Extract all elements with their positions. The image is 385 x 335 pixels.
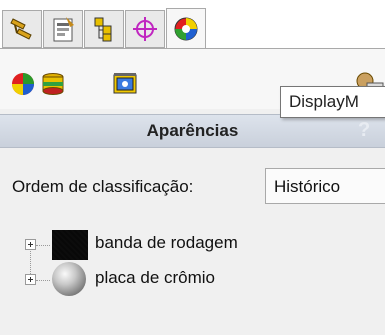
sort-order-select[interactable]: Histórico bbox=[265, 168, 385, 204]
tree-item-banda-de-rodagem[interactable]: banda de rodagem bbox=[95, 233, 238, 253]
scenes-lights-cameras-button[interactable] bbox=[112, 71, 138, 97]
help-icon[interactable]: ? bbox=[358, 119, 370, 142]
appearances-button[interactable] bbox=[10, 71, 36, 97]
tread-texture-swatch bbox=[52, 230, 88, 260]
display-manager-icon bbox=[171, 15, 201, 43]
display-manager-tab[interactable] bbox=[166, 8, 206, 49]
decals-button[interactable] bbox=[40, 71, 66, 97]
property-manager-tab[interactable] bbox=[43, 10, 83, 48]
property-manager-icon bbox=[48, 15, 78, 43]
tooltip: DisplayM bbox=[280, 86, 385, 118]
configuration-manager-icon bbox=[89, 15, 119, 43]
tree-branch bbox=[36, 245, 50, 246]
scenes-lights-cameras-icon bbox=[112, 71, 138, 97]
configuration-manager-tab[interactable] bbox=[84, 10, 124, 48]
feature-manager-tab[interactable] bbox=[2, 10, 42, 48]
manager-tab-strip bbox=[0, 0, 385, 49]
dimxpert-icon bbox=[130, 15, 160, 43]
expand-toggle-icon[interactable] bbox=[25, 239, 36, 250]
decals-icon bbox=[40, 71, 66, 97]
tree-branch bbox=[36, 280, 50, 281]
panel-title: Aparências bbox=[146, 121, 239, 140]
appearances-icon bbox=[10, 71, 36, 97]
chrome-sphere-swatch bbox=[52, 262, 86, 296]
expand-toggle-icon[interactable] bbox=[25, 274, 36, 285]
tree-item-placa-de-cromio[interactable]: placa de crômio bbox=[95, 268, 215, 288]
sort-order-label: Ordem de classificação: bbox=[12, 177, 194, 196]
panel-header: Aparências ? bbox=[0, 114, 385, 148]
dimxpert-manager-tab[interactable] bbox=[125, 10, 165, 48]
feature-tree-icon bbox=[7, 15, 37, 43]
